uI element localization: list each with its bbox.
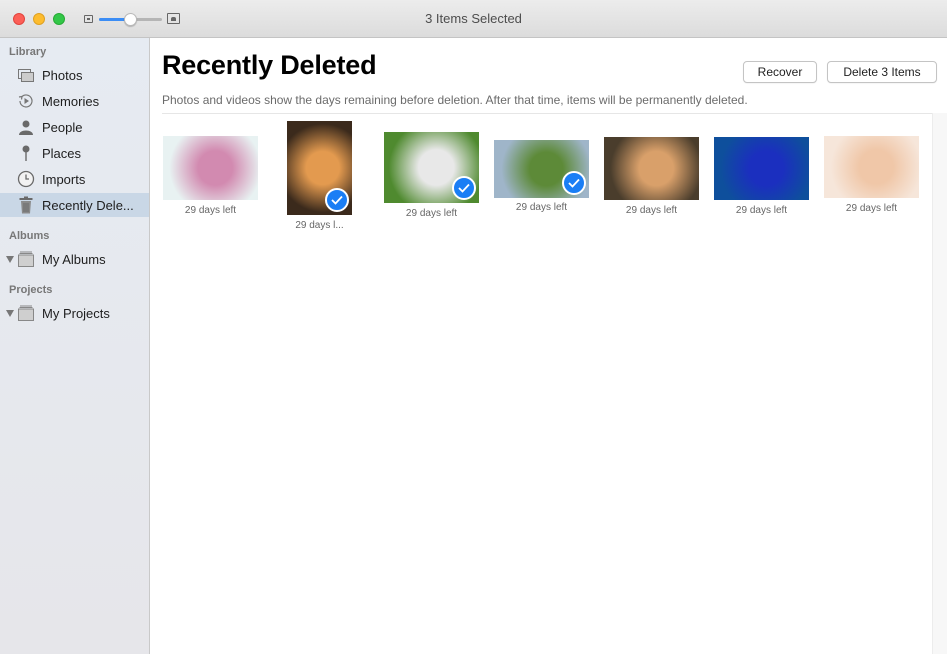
photo-thumbnail[interactable] xyxy=(824,136,919,198)
photo-thumbnail[interactable] xyxy=(163,136,258,200)
page-title: Recently Deleted xyxy=(162,50,377,80)
sidebar-item-label: Memories xyxy=(42,93,100,109)
project-folder-icon xyxy=(17,304,35,322)
main-content: Recently Deleted Recover Delete 3 Items … xyxy=(150,38,947,654)
sidebar-item-imports[interactable]: Imports xyxy=(0,167,149,191)
photo-thumbnail[interactable] xyxy=(714,137,809,200)
recover-button[interactable]: Recover xyxy=(743,61,817,83)
days-left-caption: 29 days left xyxy=(184,205,237,216)
sidebar-item-photos[interactable]: Photos xyxy=(0,63,149,87)
sidebar-item-label: Recently Dele... xyxy=(42,197,134,213)
disclosure-triangle-icon[interactable] xyxy=(6,256,14,263)
sidebar-item-my-projects[interactable]: My Projects xyxy=(0,301,149,325)
selected-checkmark-icon xyxy=(562,171,586,195)
days-left-caption: 29 days l... xyxy=(295,220,344,231)
photo-thumbnail[interactable] xyxy=(604,137,699,200)
sidebar-item-my-albums[interactable]: My Albums xyxy=(0,247,149,271)
selected-checkmark-icon xyxy=(325,188,349,212)
imports-icon xyxy=(17,170,35,188)
days-left-caption: 29 days left xyxy=(515,202,568,213)
vertical-scrollbar[interactable] xyxy=(932,113,947,654)
photos-icon xyxy=(17,66,35,84)
people-icon xyxy=(17,118,35,136)
trash-icon xyxy=(17,196,35,214)
description-text: Photos and videos show the days remainin… xyxy=(162,93,748,107)
sidebar-item-label: Places xyxy=(42,145,82,161)
sidebar-item-label: My Projects xyxy=(42,305,110,321)
sidebar-item-label: Imports xyxy=(42,171,86,187)
days-left-caption: 29 days left xyxy=(845,203,898,214)
title-bar: 3 Items Selected xyxy=(0,0,947,38)
sidebar-item-places[interactable]: Places xyxy=(0,141,149,165)
section-header-albums: Albums xyxy=(9,230,50,242)
sidebar-item-label: My Albums xyxy=(42,251,106,267)
places-icon xyxy=(17,144,35,162)
section-header-projects: Projects xyxy=(9,284,53,296)
days-left-caption: 29 days left xyxy=(625,205,678,216)
selected-checkmark-icon xyxy=(452,176,476,200)
window-title: 3 Items Selected xyxy=(425,11,522,26)
days-left-caption: 29 days left xyxy=(735,205,788,216)
sidebar-item-memories[interactable]: Memories xyxy=(0,89,149,113)
disclosure-triangle-icon[interactable] xyxy=(6,310,14,317)
header-divider xyxy=(162,113,932,114)
sidebar: Library Photos Memories People Places Im… xyxy=(0,38,150,654)
sidebar-item-label: Photos xyxy=(42,67,83,83)
album-folder-icon xyxy=(17,250,35,268)
sidebar-item-label: People xyxy=(42,119,83,135)
sidebar-item-recently-deleted[interactable]: Recently Dele... xyxy=(0,193,149,217)
days-left-caption: 29 days left xyxy=(405,208,458,219)
section-header-library: Library xyxy=(9,46,47,58)
sidebar-item-people[interactable]: People xyxy=(0,115,149,139)
delete-items-button[interactable]: Delete 3 Items xyxy=(827,61,937,83)
memories-icon xyxy=(17,92,35,110)
